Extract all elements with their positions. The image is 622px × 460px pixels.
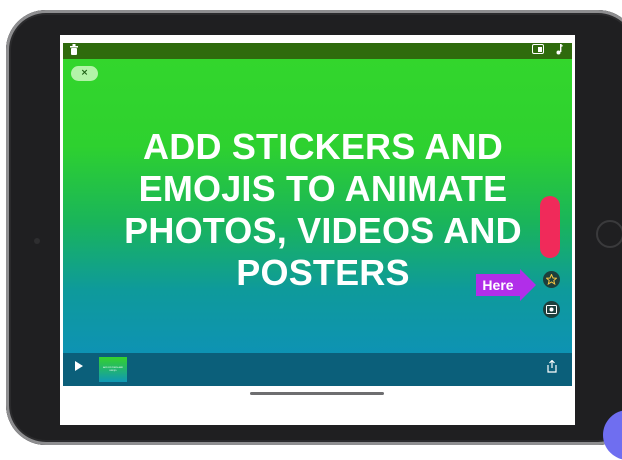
arrow-right-icon: [520, 269, 536, 301]
color-slider[interactable]: [540, 196, 560, 258]
share-icon[interactable]: [547, 359, 557, 376]
here-label: Here: [476, 274, 520, 296]
thumbnail-text: ADD STICKERS AND EMOJIS: [103, 367, 123, 372]
bottom-toolbar: ADD STICKERS AND EMOJIS: [63, 353, 572, 386]
trash-icon[interactable]: [70, 44, 78, 59]
play-icon[interactable]: [75, 361, 83, 374]
camera-dot: [34, 238, 40, 244]
app-canvas: × ADD STICKERS AND EMOJIS TO ANIMATE PHO…: [63, 43, 572, 386]
headline-text: ADD STICKERS AND EMOJIS TO ANIMATE PHOTO…: [124, 126, 522, 293]
photo-add-icon[interactable]: [543, 301, 560, 318]
home-button[interactable]: [596, 220, 622, 248]
layout-icon[interactable]: [532, 44, 544, 58]
star-sticker-icon[interactable]: [543, 271, 560, 288]
home-indicator[interactable]: [250, 392, 384, 395]
slide-thumbnail[interactable]: ADD STICKERS AND EMOJIS: [99, 357, 127, 382]
close-button[interactable]: ×: [71, 66, 98, 81]
top-toolbar: [63, 43, 572, 59]
music-icon[interactable]: [555, 44, 563, 59]
tablet-screen: × ADD STICKERS AND EMOJIS TO ANIMATE PHO…: [60, 35, 575, 425]
